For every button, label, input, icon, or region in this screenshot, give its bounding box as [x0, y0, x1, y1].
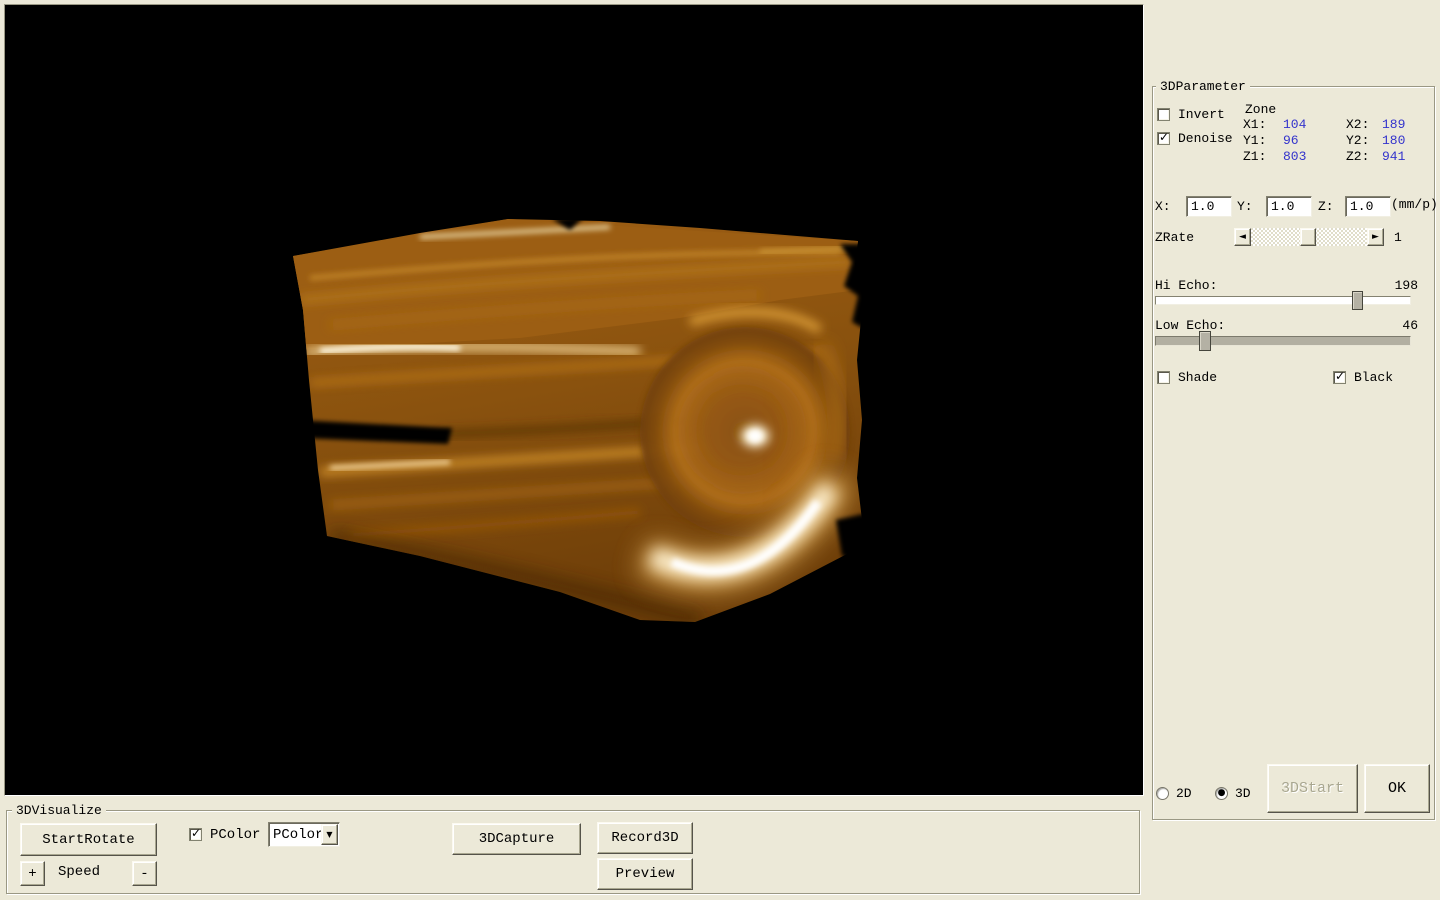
zone-x1-label: X1: — [1243, 117, 1266, 133]
zone-y2-label: Y2: — [1346, 133, 1369, 149]
black-label: Black — [1354, 370, 1393, 386]
visualize-groupbox-title: 3DVisualize — [12, 803, 106, 818]
capture-3d-button[interactable]: 3DCapture — [452, 823, 581, 855]
pcolor-checkbox[interactable]: ✓ — [189, 828, 202, 841]
arrow-right-icon: ► — [1372, 232, 1379, 242]
pcolor-combobox-value: PColor — [269, 823, 322, 846]
mode-3d-radio[interactable]: ● — [1215, 787, 1228, 800]
zone-z2-label: Z2: — [1346, 149, 1369, 165]
zone-z1-value: 803 — [1283, 149, 1306, 165]
y-scale-label: Y: — [1237, 199, 1253, 215]
scale-unit-label: (mm/p) — [1391, 197, 1438, 213]
low-echo-slider-track[interactable] — [1155, 336, 1411, 346]
denoise-label: Denoise — [1178, 131, 1233, 147]
x-scale-label: X: — [1155, 199, 1171, 215]
zone-x2-label: X2: — [1346, 117, 1369, 133]
arrow-left-icon: ◄ — [1239, 232, 1246, 242]
speed-plus-button[interactable]: + — [20, 861, 45, 886]
low-echo-slider-thumb[interactable] — [1199, 331, 1211, 351]
hi-echo-label: Hi Echo: — [1155, 278, 1217, 294]
shade-checkbox[interactable] — [1157, 371, 1170, 384]
pcolor-label: PColor — [210, 827, 260, 845]
low-echo-value: 46 — [1378, 318, 1418, 334]
zrate-scrollbar-thumb[interactable] — [1300, 228, 1316, 246]
parameter-groupbox-title: 3DParameter — [1156, 79, 1250, 94]
z-scale-label: Z: — [1318, 199, 1334, 215]
x-scale-input[interactable] — [1186, 196, 1232, 217]
zrate-scroll-left-button[interactable]: ◄ — [1234, 228, 1251, 246]
preview-button[interactable]: Preview — [597, 858, 693, 890]
zrate-scrollbar[interactable]: ◄ ► — [1234, 228, 1384, 246]
render-viewport[interactable] — [4, 4, 1144, 796]
mode-2d-label: 2D — [1176, 786, 1192, 802]
check-icon: ✓ — [1335, 369, 1345, 383]
zone-x2-value: 189 — [1382, 117, 1405, 133]
shade-label: Shade — [1178, 370, 1217, 386]
denoise-checkbox[interactable]: ✓ — [1157, 132, 1170, 145]
check-icon: ✓ — [191, 826, 201, 840]
y-scale-input[interactable] — [1266, 196, 1312, 217]
invert-label: Invert — [1178, 107, 1225, 123]
low-echo-label: Low Echo: — [1155, 318, 1225, 334]
zrate-scroll-right-button[interactable]: ► — [1367, 228, 1384, 246]
speed-label: Speed — [58, 864, 100, 882]
zone-y2-value: 180 — [1382, 133, 1405, 149]
zrate-label: ZRate — [1155, 230, 1194, 246]
volume-render-3d[interactable] — [4, 4, 1144, 796]
zone-x1-value: 104 — [1283, 117, 1306, 133]
record-3d-button[interactable]: Record3D — [597, 822, 693, 854]
zone-label: Zone — [1245, 102, 1276, 118]
hi-echo-value: 198 — [1378, 278, 1418, 294]
radio-dot-icon: ● — [1216, 788, 1227, 799]
mode-3d-label: 3D — [1235, 786, 1251, 802]
zone-z2-value: 941 — [1382, 149, 1405, 165]
start-3d-button[interactable]: 3DStart — [1267, 764, 1358, 813]
ok-button[interactable]: OK — [1364, 764, 1430, 813]
radio-dot-icon — [1157, 788, 1168, 799]
zone-z1-label: Z1: — [1243, 149, 1266, 165]
zrate-value: 1 — [1394, 230, 1402, 246]
app-window: { "colors": { "window_bg": "#ece9d8", "v… — [0, 0, 1440, 900]
pcolor-combobox[interactable]: PColor ▼ — [268, 822, 340, 847]
chevron-down-icon: ▼ — [326, 830, 332, 839]
mode-2d-radio[interactable] — [1156, 787, 1169, 800]
speed-minus-button[interactable]: - — [132, 861, 157, 886]
z-scale-input[interactable] — [1345, 196, 1391, 217]
black-checkbox[interactable]: ✓ — [1333, 371, 1346, 384]
hi-echo-slider-track[interactable] — [1155, 296, 1411, 305]
pcolor-combobox-dropdown-button[interactable]: ▼ — [321, 824, 338, 845]
zone-y1-value: 96 — [1283, 133, 1299, 149]
check-icon: ✓ — [1159, 130, 1169, 144]
start-rotate-button[interactable]: StartRotate — [20, 823, 157, 856]
hi-echo-slider-thumb[interactable] — [1352, 291, 1363, 310]
zone-y1-label: Y1: — [1243, 133, 1266, 149]
invert-checkbox[interactable] — [1157, 108, 1170, 121]
